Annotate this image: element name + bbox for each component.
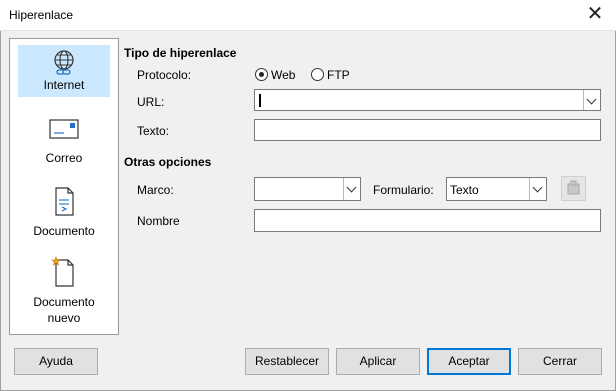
section-title-other-options: Otras opciones xyxy=(124,155,212,169)
chevron-down-icon[interactable] xyxy=(529,178,546,200)
sidebar-item-correo[interactable]: Correo xyxy=(18,117,110,169)
chevron-down-icon[interactable] xyxy=(343,178,360,200)
radio-ftp-label[interactable]: FTP xyxy=(327,68,350,82)
apply-button[interactable]: Aplicar xyxy=(336,348,420,375)
radio-web[interactable] xyxy=(255,68,268,81)
envelope-icon xyxy=(49,119,79,139)
protocol-label: Protocolo: xyxy=(137,68,192,82)
text-cursor xyxy=(259,94,261,107)
frame-label: Marco: xyxy=(137,183,174,197)
close-button[interactable]: Cerrar xyxy=(518,348,602,375)
sidebar-item-documento[interactable]: Documento xyxy=(18,186,110,240)
form-value: Texto xyxy=(450,183,479,197)
chevron-down-icon[interactable] xyxy=(583,90,600,110)
sidebar-item-label: Documento xyxy=(33,224,95,238)
form-label: Formulario: xyxy=(373,183,434,197)
sidebar-item-label: Documento nuevo xyxy=(33,295,95,325)
help-button[interactable]: Ayuda xyxy=(14,348,98,375)
form-combobox[interactable]: Texto xyxy=(446,177,547,201)
events-icon xyxy=(567,180,580,195)
hyperlink-type-sidebar: Internet Correo Documento Documento nuev… xyxy=(9,38,119,335)
name-field[interactable] xyxy=(254,209,601,232)
reset-button[interactable]: Restablecer xyxy=(245,348,329,375)
name-label: Nombre xyxy=(137,214,180,228)
sidebar-item-documento-nuevo[interactable]: Documento nuevo xyxy=(18,256,110,328)
sidebar-item-label: Internet xyxy=(43,78,85,92)
radio-web-label[interactable]: Web xyxy=(271,68,295,82)
new-document-icon xyxy=(51,256,74,287)
radio-ftp[interactable] xyxy=(311,68,324,81)
text-label: Texto: xyxy=(137,124,170,138)
globe-link-icon xyxy=(54,50,74,75)
sidebar-item-label: Correo xyxy=(45,151,83,165)
ok-button[interactable]: Aceptar xyxy=(427,348,511,375)
window-title: Hiperenlace xyxy=(9,8,74,22)
section-title-hyperlink-type: Tipo de hiperenlace xyxy=(124,46,237,60)
sidebar-item-internet[interactable]: Internet xyxy=(18,45,110,97)
title-bar: Hiperenlace ✕ xyxy=(0,0,616,31)
frame-combobox[interactable] xyxy=(254,177,361,201)
text-field[interactable] xyxy=(254,119,601,141)
events-button[interactable] xyxy=(561,176,586,201)
url-label: URL: xyxy=(137,95,165,109)
document-icon xyxy=(55,187,74,216)
close-window-icon[interactable]: ✕ xyxy=(584,2,606,26)
url-combobox[interactable] xyxy=(254,89,601,111)
